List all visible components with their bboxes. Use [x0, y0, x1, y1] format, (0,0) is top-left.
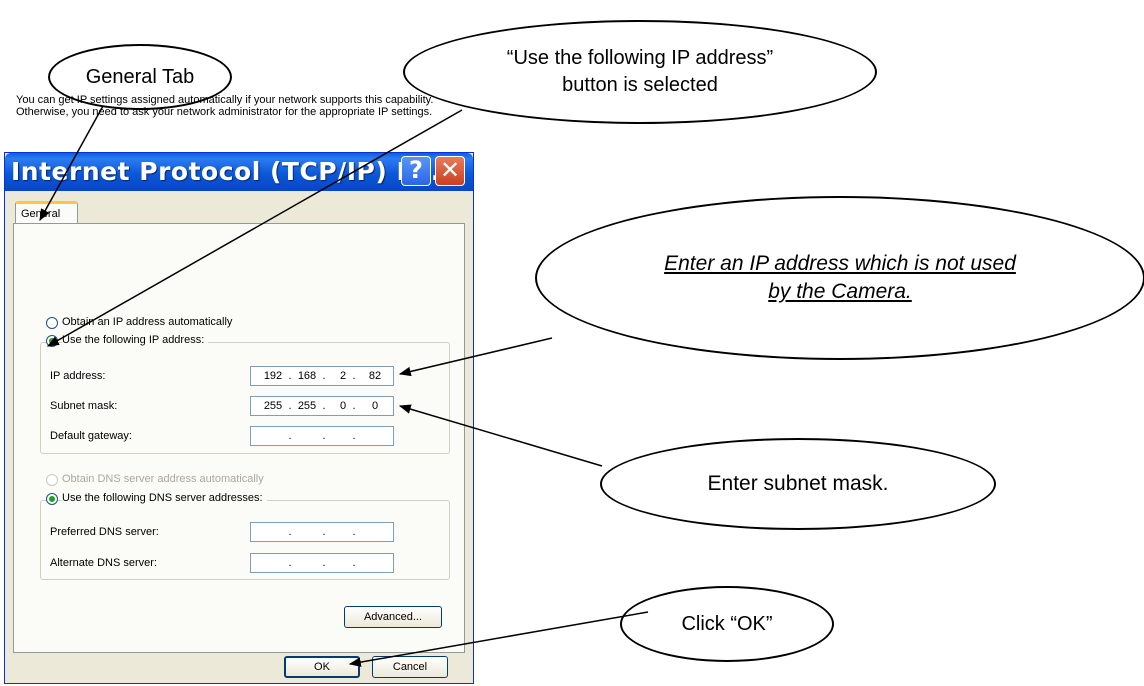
alt-dns-dot: . — [288, 557, 292, 569]
alt-dns-dot: . — [352, 557, 356, 569]
ip-address-label: IP address: — [50, 370, 106, 382]
alt-dns-dot: . — [322, 557, 326, 569]
callout-text: Click “OK” — [681, 612, 773, 635]
dns-dot: . — [322, 526, 326, 538]
ip-dot: . — [352, 370, 356, 382]
gateway-dot: . — [322, 430, 326, 442]
callout-text-line1: “Use the following IP address” — [506, 47, 774, 69]
radio-obtain-ip-auto-label[interactable]: Obtain an IP address automatically — [62, 316, 232, 328]
subnet-dot: . — [322, 400, 326, 412]
subnet-dot: . — [352, 400, 356, 412]
radio-obtain-ip-auto[interactable] — [46, 317, 58, 329]
subnet-octet-4: 0 — [371, 400, 379, 412]
callout-enter-ip: Enter an IP address which is not used by… — [535, 196, 1144, 360]
help-icon[interactable]: ? — [401, 156, 431, 186]
subnet-octet-2: 255 — [297, 400, 317, 412]
dns-dot: . — [352, 526, 356, 538]
callout-text: Enter subnet mask. — [707, 472, 889, 495]
title-bar[interactable]: Internet Protocol (TCP/IP) P... ? ✕ — [5, 153, 473, 191]
subnet-mask-field[interactable]: 255 . 255 . 0 . 0 — [250, 396, 394, 416]
alternate-dns-field[interactable]: . . . — [250, 553, 394, 573]
ip-dot: . — [288, 370, 292, 382]
radio-use-ip-label[interactable]: Use the following IP address: — [62, 334, 209, 346]
alternate-dns-label: Alternate DNS server: — [50, 557, 157, 569]
ip-octet-1: 192 — [263, 370, 283, 382]
callout-text-line2: button is selected — [562, 74, 718, 96]
preferred-dns-field[interactable]: . . . — [250, 522, 394, 542]
radio-use-dns-label[interactable]: Use the following DNS server addresses: — [62, 492, 267, 504]
radio-use-ip[interactable] — [46, 335, 58, 347]
subnet-octet-1: 255 — [263, 400, 283, 412]
ip-octet-2: 168 — [297, 370, 317, 382]
ip-dot: . — [322, 370, 326, 382]
subnet-mask-label: Subnet mask: — [50, 400, 118, 412]
callout-text-line2: by the Camera. — [768, 280, 912, 303]
ip-octet-4: 82 — [368, 370, 382, 382]
radio-obtain-dns-auto-label[interactable]: Obtain DNS server address automatically — [62, 473, 264, 485]
advanced-button[interactable]: Advanced... — [344, 606, 442, 628]
radio-obtain-dns-auto[interactable] — [46, 474, 58, 486]
callout-use-ip-selected: “Use the following IP address” button is… — [403, 20, 877, 124]
cancel-button[interactable]: Cancel — [372, 656, 448, 678]
default-gateway-label: Default gateway: — [50, 430, 132, 442]
callout-click-ok: Click “OK” — [620, 586, 834, 662]
radio-use-dns[interactable] — [46, 493, 58, 505]
info-text: You can get IP settings assigned automat… — [16, 94, 434, 118]
callout-text-line1: Enter an IP address which is not used — [664, 252, 1016, 275]
callout-enter-subnet: Enter subnet mask. — [600, 438, 996, 530]
gateway-dot: . — [352, 430, 356, 442]
dns-dot: . — [288, 526, 292, 538]
window-title: Internet Protocol (TCP/IP) P... — [11, 157, 441, 186]
gateway-dot: . — [288, 430, 292, 442]
close-icon[interactable]: ✕ — [435, 156, 465, 186]
callout-text: General Tab — [85, 65, 195, 88]
ip-address-field[interactable]: 192 . 168 . 2 . 82 — [250, 366, 394, 386]
preferred-dns-label: Preferred DNS server: — [50, 526, 159, 538]
subnet-dot: . — [288, 400, 292, 412]
default-gateway-field[interactable]: . . . — [250, 426, 394, 446]
tab-general[interactable]: General — [15, 201, 78, 223]
ok-button[interactable]: OK — [284, 656, 360, 678]
